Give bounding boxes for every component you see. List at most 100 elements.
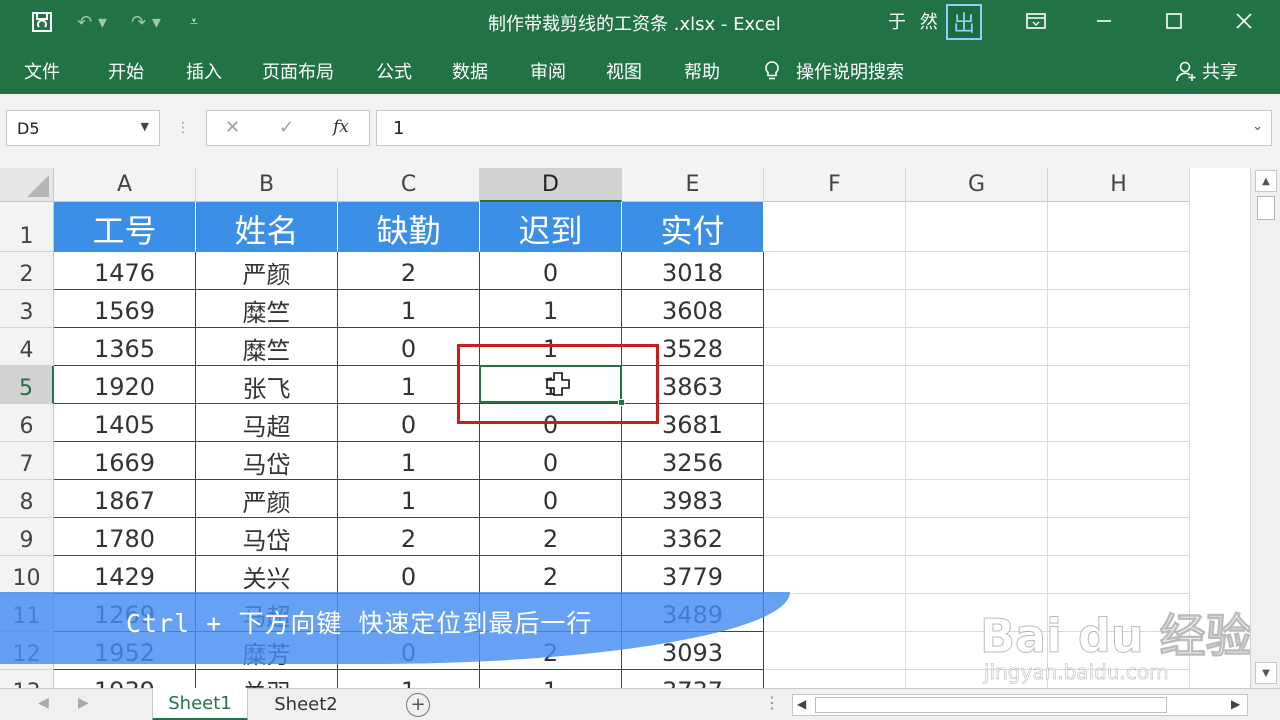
empty-cell[interactable]	[764, 202, 906, 252]
empty-cell[interactable]	[906, 252, 1048, 290]
formula-bar-grip-icon[interactable]: ⋮	[176, 120, 190, 136]
select-all-corner[interactable]	[0, 168, 54, 202]
table-cell[interactable]: 1429	[54, 556, 196, 594]
table-cell[interactable]: 1	[338, 290, 480, 328]
empty-cell[interactable]	[764, 366, 906, 404]
empty-cell[interactable]	[764, 632, 906, 670]
column-header-a[interactable]: A	[54, 168, 196, 202]
column-header-g[interactable]: G	[906, 168, 1048, 202]
table-cell[interactable]: 糜竺	[196, 290, 338, 328]
enter-icon[interactable]: ✓	[279, 117, 294, 138]
tab-file[interactable]: 文件	[24, 58, 60, 84]
table-cell[interactable]: 3983	[622, 480, 764, 518]
table-cell[interactable]: 0	[480, 252, 622, 290]
empty-cell[interactable]	[1048, 442, 1190, 480]
table-cell[interactable]: 关羽	[196, 670, 338, 688]
table-cell[interactable]: 3737	[622, 670, 764, 688]
empty-cell[interactable]	[906, 442, 1048, 480]
user-name[interactable]: 于 然	[888, 8, 942, 34]
row-header-8[interactable]: 8	[0, 480, 54, 518]
table-cell[interactable]: 2	[338, 518, 480, 556]
table-cell[interactable]: 1780	[54, 518, 196, 556]
table-cell[interactable]: 2	[338, 252, 480, 290]
table-cell[interactable]: 3018	[622, 252, 764, 290]
empty-cell[interactable]	[764, 442, 906, 480]
empty-cell[interactable]	[1048, 556, 1190, 594]
scroll-right-icon[interactable]: ▶	[1231, 697, 1240, 711]
table-cell[interactable]: 1405	[54, 404, 196, 442]
table-cell[interactable]: 严颜	[196, 252, 338, 290]
table-cell[interactable]: 2	[480, 518, 622, 556]
row-header-5[interactable]: 5	[0, 366, 54, 404]
previous-sheet-icon[interactable]: ◀	[38, 695, 49, 711]
expand-formula-icon[interactable]: ⌄	[1252, 119, 1263, 134]
empty-cell[interactable]	[764, 518, 906, 556]
table-cell[interactable]: 1	[338, 480, 480, 518]
column-header-b[interactable]: B	[196, 168, 338, 202]
empty-cell[interactable]	[906, 202, 1048, 252]
tab-formulas[interactable]: 公式	[376, 58, 412, 84]
row-header-3[interactable]: 3	[0, 290, 54, 328]
table-cell[interactable]: 张飞	[196, 366, 338, 404]
table-cell[interactable]: 1569	[54, 290, 196, 328]
tab-home[interactable]: 开始	[108, 58, 144, 84]
empty-cell[interactable]	[1048, 518, 1190, 556]
formula-input[interactable]: 1 ⌄	[376, 110, 1272, 146]
redo-icon[interactable]: ↷ ▾	[126, 8, 166, 36]
table-cell[interactable]: 3779	[622, 556, 764, 594]
save-icon[interactable]	[28, 8, 56, 36]
sheet-tab-sheet2[interactable]: Sheet2	[256, 688, 356, 720]
table-cell[interactable]: 关兴	[196, 556, 338, 594]
sheet-tab-sheet1[interactable]: Sheet1	[152, 688, 248, 720]
vertical-scrollbar[interactable]: ▲ ▼	[1250, 168, 1280, 688]
close-icon[interactable]	[1224, 6, 1264, 36]
share-button[interactable]: 共享	[1176, 58, 1238, 84]
chevron-down-icon[interactable]: ▼	[141, 120, 149, 133]
table-cell[interactable]: 3256	[622, 442, 764, 480]
table-cell[interactable]: 1	[338, 442, 480, 480]
ribbon-display-options-icon[interactable]	[1016, 6, 1056, 36]
column-header-e[interactable]: E	[622, 168, 764, 202]
column-header-d[interactable]: D	[480, 168, 622, 202]
insert-function-icon[interactable]: fx	[333, 117, 349, 137]
empty-cell[interactable]	[1048, 480, 1190, 518]
empty-cell[interactable]	[1048, 290, 1190, 328]
table-cell[interactable]: 1365	[54, 328, 196, 366]
vertical-scroll-thumb[interactable]	[1257, 196, 1275, 220]
tab-view[interactable]: 视图	[606, 58, 642, 84]
table-cell[interactable]: 0	[480, 442, 622, 480]
row-header-7[interactable]: 7	[0, 442, 54, 480]
scroll-up-icon[interactable]: ▲	[1255, 170, 1277, 192]
avatar[interactable]: 出	[946, 4, 982, 40]
empty-cell[interactable]	[764, 556, 906, 594]
customize-quick-access-icon[interactable]: ⩡	[184, 8, 204, 36]
empty-cell[interactable]	[1048, 252, 1190, 290]
table-cell[interactable]: 3362	[622, 518, 764, 556]
table-header-cell[interactable]: 迟到	[480, 202, 622, 252]
table-cell[interactable]: 糜竺	[196, 328, 338, 366]
table-cell[interactable]: 1	[480, 290, 622, 328]
horizontal-scrollbar[interactable]: ◀ ▶	[792, 694, 1248, 716]
empty-cell[interactable]	[1048, 366, 1190, 404]
empty-cell[interactable]	[906, 480, 1048, 518]
table-cell[interactable]: 1920	[54, 366, 196, 404]
table-cell[interactable]: 马岱	[196, 442, 338, 480]
tab-page-layout[interactable]: 页面布局	[262, 58, 334, 84]
row-header-10[interactable]: 10	[0, 556, 54, 594]
empty-cell[interactable]	[764, 480, 906, 518]
empty-cell[interactable]	[906, 328, 1048, 366]
empty-cell[interactable]	[764, 290, 906, 328]
row-header-9[interactable]: 9	[0, 518, 54, 556]
undo-icon[interactable]: ↶ ▾	[72, 8, 112, 36]
column-header-f[interactable]: F	[764, 168, 906, 202]
empty-cell[interactable]	[906, 404, 1048, 442]
tab-insert[interactable]: 插入	[186, 58, 222, 84]
empty-cell[interactable]	[1048, 202, 1190, 252]
table-cell[interactable]: 1	[338, 670, 480, 688]
empty-cell[interactable]	[1048, 404, 1190, 442]
table-cell[interactable]: 1867	[54, 480, 196, 518]
column-header-h[interactable]: H	[1048, 168, 1190, 202]
row-header-2[interactable]: 2	[0, 252, 54, 290]
table-cell[interactable]: 1	[480, 670, 622, 688]
empty-cell[interactable]	[764, 670, 906, 688]
